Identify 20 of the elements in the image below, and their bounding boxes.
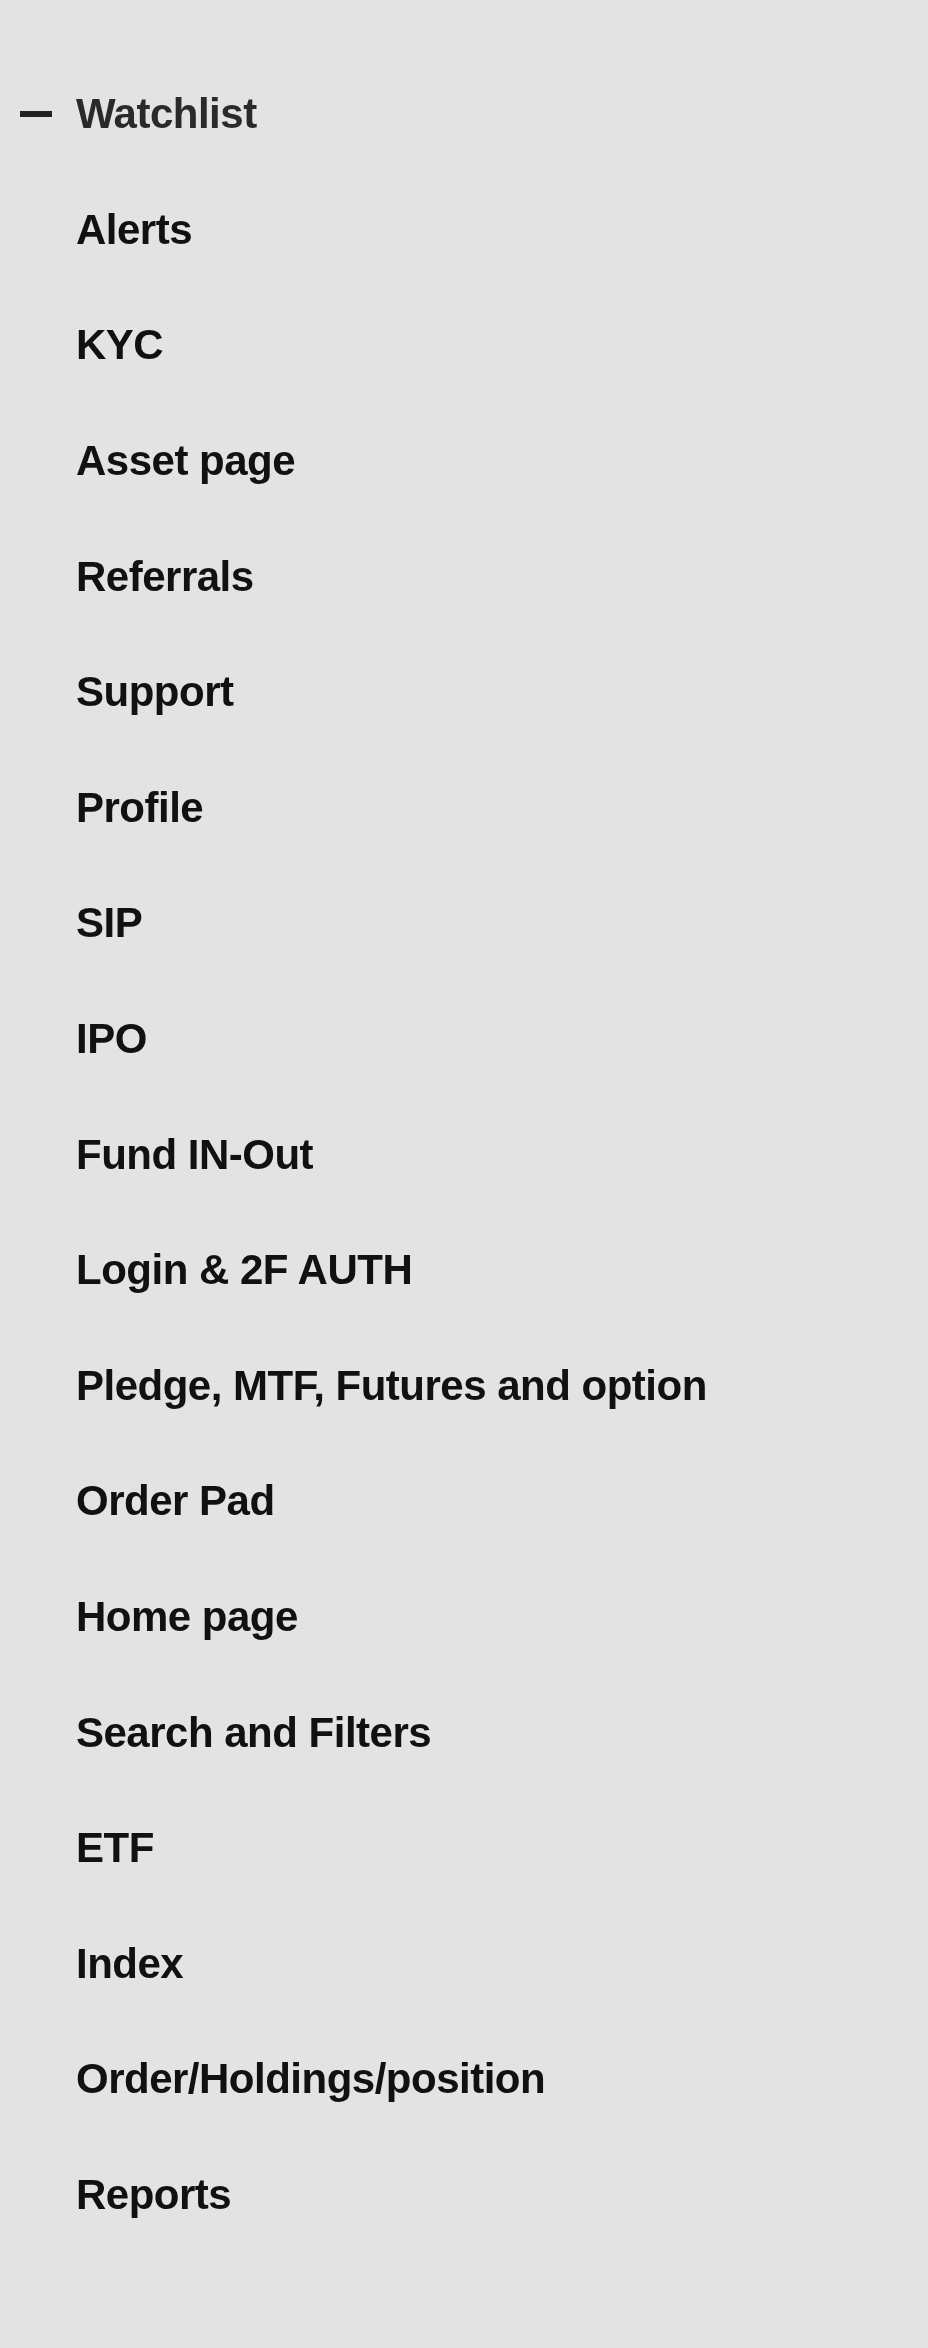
menu-item[interactable]: Profile xyxy=(76,775,204,839)
menu-item[interactable]: Fund IN-Out xyxy=(76,1122,314,1186)
menu-item[interactable]: KYC xyxy=(76,313,164,377)
menu-item[interactable]: Pledge, MTF, Futures and option xyxy=(76,1353,707,1417)
menu-item[interactable]: Order/Holdings/position xyxy=(76,2047,546,2111)
minus-icon[interactable] xyxy=(20,110,52,117)
menu-item[interactable]: IPO xyxy=(76,1007,147,1071)
menu-item[interactable]: Home page xyxy=(76,1585,298,1648)
menu-item[interactable]: Asset page xyxy=(76,429,296,493)
menu-item[interactable]: Login & 2F AUTH xyxy=(76,1238,413,1302)
menu-item[interactable]: Index xyxy=(76,1931,184,1995)
menu-item[interactable]: Alerts xyxy=(76,197,193,261)
menu-item[interactable]: ETF xyxy=(76,1816,154,1880)
menu-item[interactable]: Reports xyxy=(76,2163,232,2226)
menu-item[interactable]: Support xyxy=(76,660,234,724)
menu-item[interactable]: SIP xyxy=(76,891,143,955)
menu-item[interactable]: Referrals xyxy=(76,544,254,608)
menu-item[interactable]: Search and Filters xyxy=(76,1700,432,1764)
menu-item[interactable]: Order Pad xyxy=(76,1469,275,1533)
menu-item[interactable]: Watchlist xyxy=(76,82,257,146)
